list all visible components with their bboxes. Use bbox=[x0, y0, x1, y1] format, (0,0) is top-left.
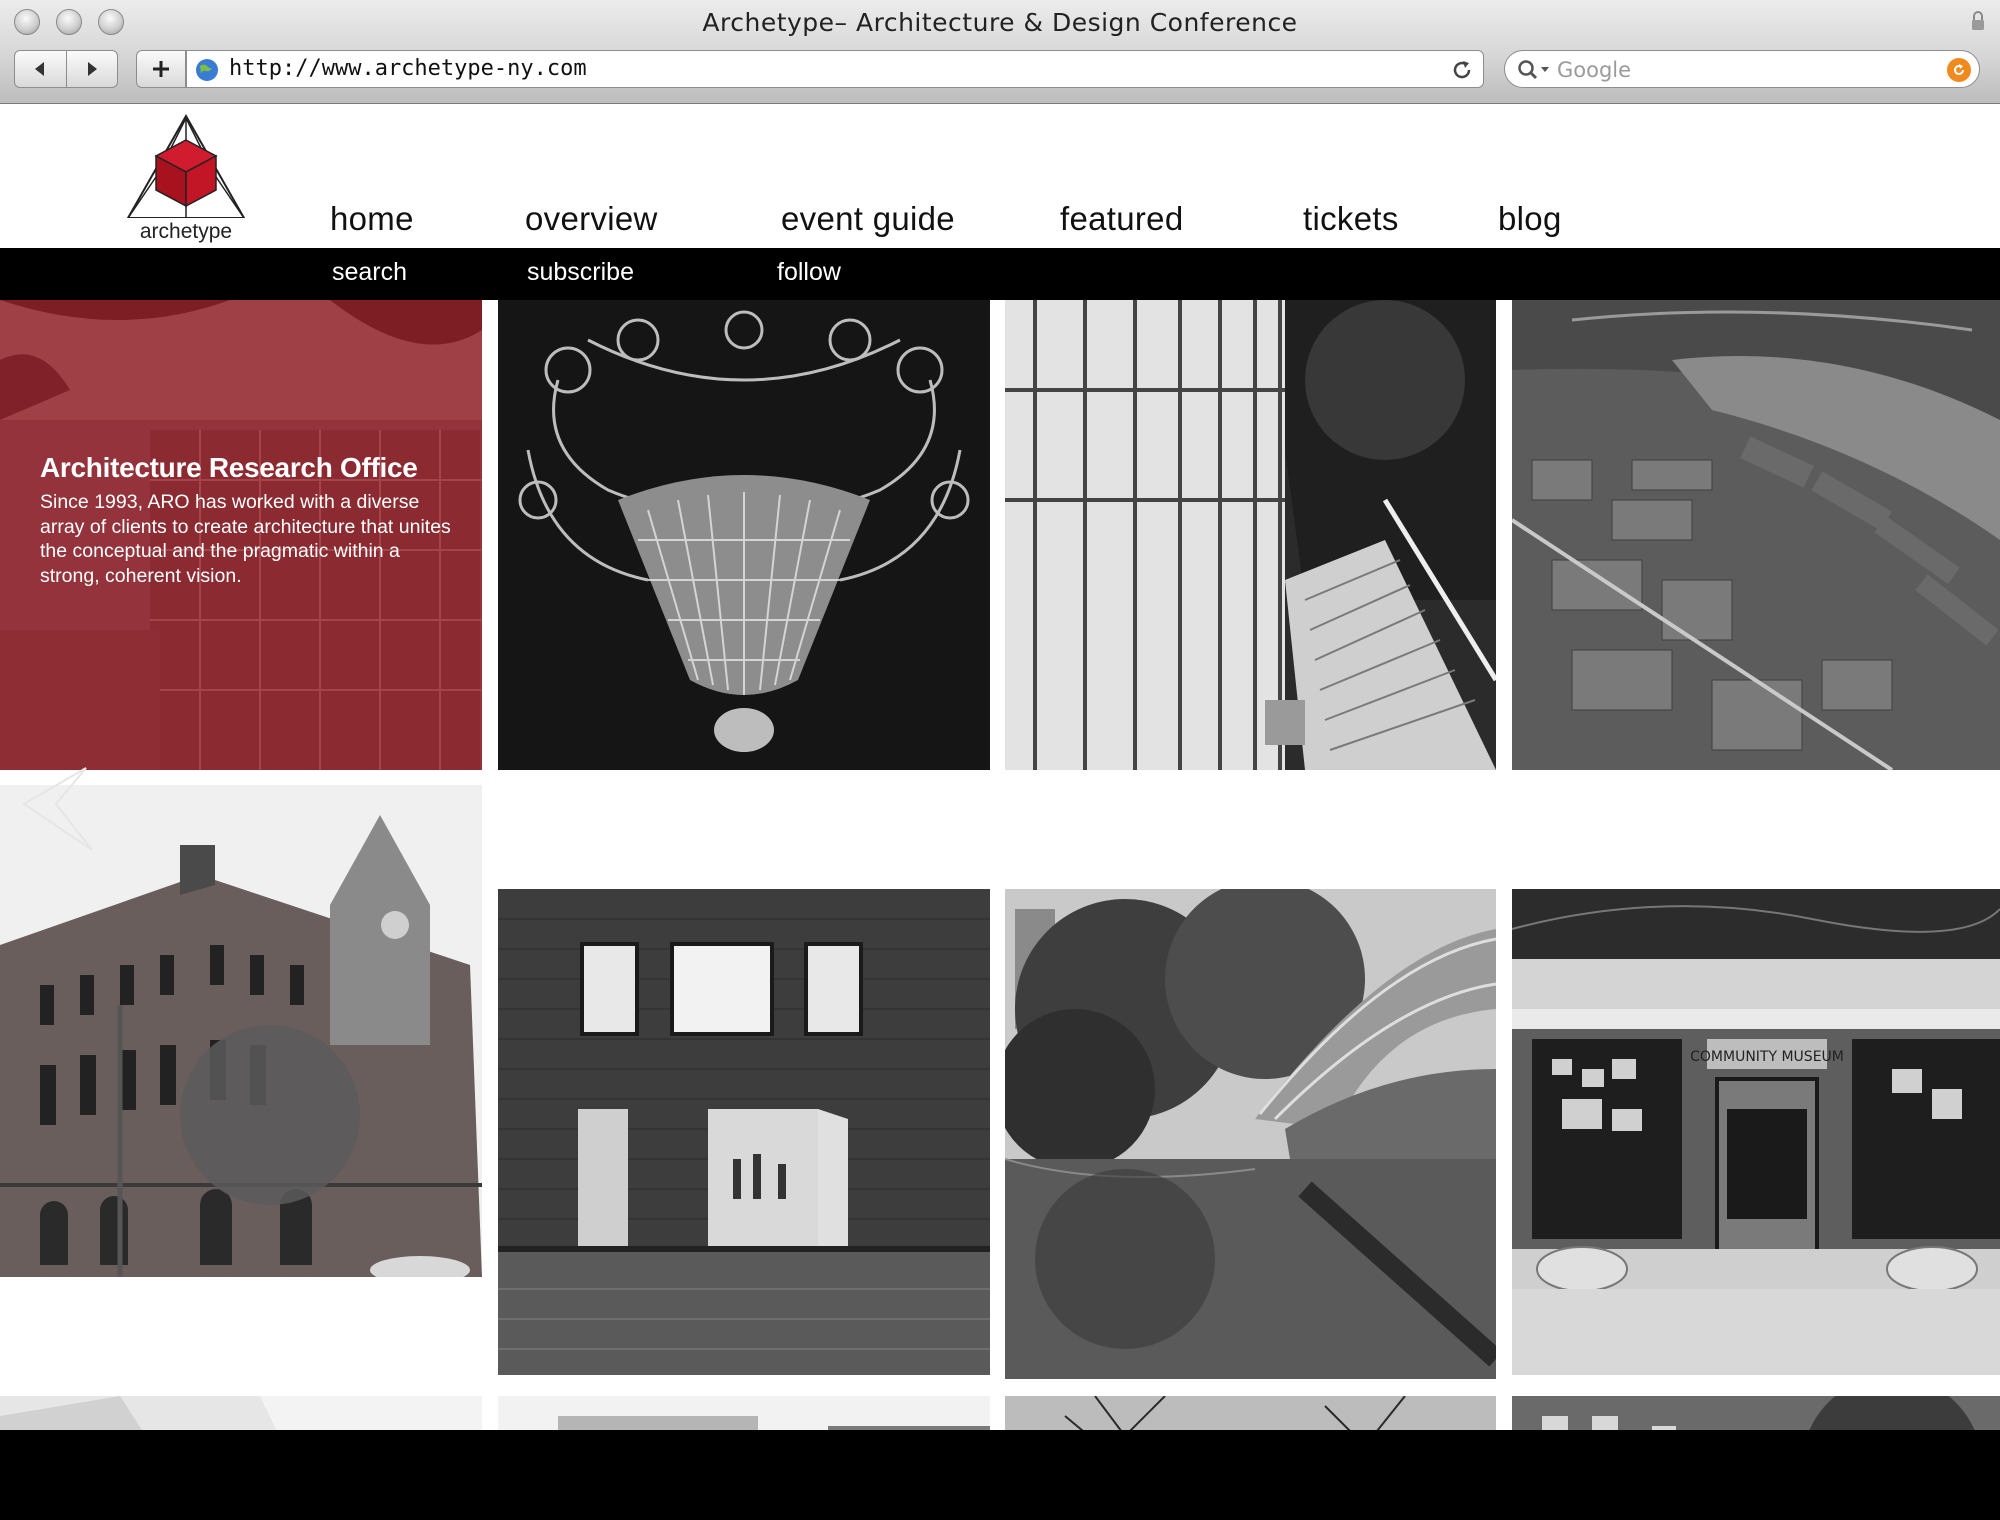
gallery-tile-city-reliquary[interactable]: COMMUNITY MUSEUM bbox=[1512, 889, 2000, 1375]
search-icon[interactable] bbox=[1517, 59, 1551, 81]
logo-text: archetype bbox=[139, 220, 233, 243]
web-page: archetype home overview event guide feat… bbox=[0, 104, 2000, 1520]
search-field[interactable]: Google bbox=[1504, 50, 1980, 88]
subnav-follow[interactable]: follow bbox=[777, 258, 841, 287]
archetype-logo[interactable]: archetype bbox=[124, 113, 248, 246]
footer-bar bbox=[0, 1430, 2000, 1520]
chandelier-photo bbox=[498, 300, 990, 770]
gallery-tile-aerial-piers[interactable] bbox=[1512, 300, 2000, 770]
nav-overview[interactable]: overview bbox=[525, 200, 658, 238]
add-bookmark-icon bbox=[153, 61, 169, 77]
window-title: Archetype– Architecture & Design Confere… bbox=[702, 8, 1298, 37]
next-slide-arrow-icon[interactable] bbox=[1916, 780, 1996, 870]
search-go-icon[interactable] bbox=[1947, 58, 1971, 82]
brick-gallery-photo bbox=[498, 889, 990, 1375]
history-buttons bbox=[14, 50, 118, 88]
gallery-tile-park-bridge[interactable] bbox=[1005, 889, 1496, 1379]
sub-navigation-bar: search subscribe follow bbox=[0, 248, 2000, 300]
gallery-tile-chandelier[interactable] bbox=[498, 300, 990, 770]
search-go-glyph bbox=[1954, 64, 1964, 75]
address-bar[interactable]: http://www.archetype-ny.com bbox=[186, 50, 1484, 88]
gallery-tile-aro-feature[interactable]: Architecture Research Office Since 1993,… bbox=[0, 300, 482, 770]
subnav-search[interactable]: search bbox=[332, 258, 407, 287]
brick-building-photo bbox=[0, 785, 482, 1277]
browser-toolbar: Archetype– Architecture & Design Confere… bbox=[0, 0, 2000, 104]
gallery-tile-brick-civic-building[interactable] bbox=[0, 785, 482, 1277]
reload-icon[interactable] bbox=[1449, 57, 1475, 83]
back-icon bbox=[35, 62, 45, 76]
url-text[interactable]: http://www.archetype-ny.com bbox=[229, 56, 587, 81]
nav-featured[interactable]: featured bbox=[1060, 200, 1184, 238]
add-bookmark-button[interactable] bbox=[136, 50, 186, 88]
city-reliquary-storefront-photo: COMMUNITY MUSEUM bbox=[1512, 889, 2000, 1375]
search-placeholder: Google bbox=[1557, 58, 1632, 82]
aerial-piers-photo bbox=[1512, 300, 2000, 770]
logo-mark bbox=[126, 113, 246, 219]
forward-button[interactable] bbox=[65, 51, 118, 87]
back-button[interactable] bbox=[15, 51, 66, 87]
nav-home[interactable]: home bbox=[330, 200, 414, 238]
nav-tickets[interactable]: tickets bbox=[1303, 200, 1399, 238]
park-bridge-photo bbox=[1005, 889, 1496, 1379]
glass-stairs-photo bbox=[1005, 300, 1496, 770]
nav-event-guide[interactable]: event guide bbox=[781, 200, 955, 238]
feature-description: Since 1993, ARO has worked with a divers… bbox=[40, 491, 451, 587]
forward-icon bbox=[87, 62, 97, 76]
previous-slide-arrow-icon[interactable] bbox=[16, 764, 96, 854]
subnav-subscribe[interactable]: subscribe bbox=[527, 258, 634, 287]
feature-heading[interactable]: Architecture Research Office bbox=[40, 452, 418, 484]
globe-icon bbox=[196, 59, 218, 81]
nav-blog[interactable]: blog bbox=[1498, 200, 1562, 238]
storefront-sign: COMMUNITY MUSEUM bbox=[1690, 1049, 1844, 1065]
lock-icon bbox=[1972, 11, 1984, 30]
gallery-tile-glass-stairs[interactable] bbox=[1005, 300, 1496, 770]
gallery-tile-brick-gallery[interactable] bbox=[498, 889, 990, 1375]
